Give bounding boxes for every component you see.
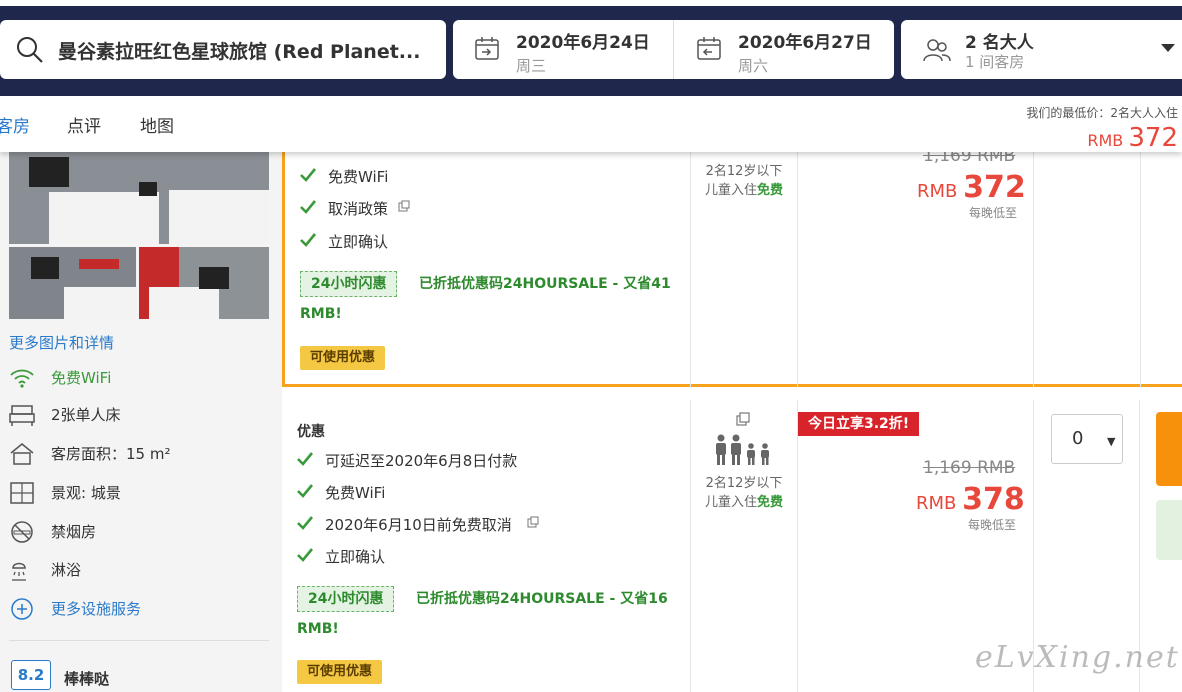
- room-photo-main[interactable]: [9, 152, 269, 244]
- divider: [1140, 152, 1141, 387]
- checkin-date[interactable]: 2020年6月24日 周三: [475, 28, 650, 76]
- hotel-name: 曼谷素拉旺红色星球旅馆 (Red Planet...: [58, 41, 421, 63]
- lowest-price-label: 我们的最低价：2名大人入住: [1026, 106, 1178, 120]
- checkout-weekday: 周六: [738, 57, 769, 75]
- room-photo-thumb[interactable]: [139, 247, 269, 319]
- lowest-price-value: RMB 372: [1087, 123, 1178, 153]
- date-picker[interactable]: 2020年6月24日 周三 2020年6月27日 周六: [453, 20, 894, 79]
- offer-title: 优惠: [297, 424, 325, 440]
- promo-text: 已折抵优惠码24HOURSALE - 又省16 RMB!: [297, 591, 668, 637]
- plus-circle-icon: [11, 598, 33, 620]
- no-smoking-icon: [11, 521, 33, 543]
- section-tabs: 客房 点评 地图 我们的最低价：2名大人入住 RMB 372: [0, 96, 1182, 153]
- check-icon: [300, 168, 316, 182]
- room-quantity-select[interactable]: 0 ▼: [1051, 414, 1123, 464]
- date-divider: [673, 20, 674, 79]
- kids-policy: 2名12岁以下 儿童入住免费: [704, 476, 784, 510]
- tab-rooms[interactable]: 客房: [0, 112, 30, 137]
- checkin-date-text: 2020年6月24日: [516, 33, 650, 53]
- coupon-badge: 可使用优惠: [297, 660, 383, 684]
- check-icon: [300, 200, 316, 214]
- book-now-button[interactable]: [1156, 412, 1182, 486]
- divider: [9, 640, 269, 641]
- tab-map[interactable]: 地图: [140, 112, 174, 137]
- tab-reviews[interactable]: 点评: [67, 112, 101, 137]
- offer-price: RMB 378: [916, 482, 1025, 517]
- bed-icon: [9, 405, 35, 426]
- secondary-action-button[interactable]: [1156, 500, 1182, 560]
- shower-icon: [12, 562, 26, 581]
- house-icon: [10, 443, 34, 465]
- per-night-label: 每晚低至: [968, 518, 1017, 532]
- more-photos-link[interactable]: 更多图片和详情: [9, 332, 114, 353]
- per-night-label: 每晚低至: [969, 206, 1018, 220]
- wifi-icon: [10, 369, 34, 388]
- check-icon: [297, 516, 313, 530]
- hotel-search-input[interactable]: 曼谷素拉旺红色星球旅馆 (Red Planet...: [0, 20, 446, 79]
- room-info-panel: 更多图片和详情 免费WiFi 2张单人床 客房面积：15 m² 景观: 城景 禁…: [0, 152, 282, 692]
- people-icon: [923, 39, 951, 62]
- check-icon: [297, 452, 313, 466]
- checkin-weekday: 周三: [516, 57, 547, 75]
- room-quantity-value: 0: [1072, 428, 1084, 449]
- window-icon: [10, 482, 34, 504]
- room-photo-thumb[interactable]: [9, 247, 136, 319]
- discount-badge: 今日立享3.2折!: [798, 412, 920, 436]
- offer-row: 免费WiFi 取消政策 立即确认 24小时闪惠 已折抵优惠码24HOURSALE…: [282, 146, 1182, 387]
- guest-selector[interactable]: 2 名大人 1 间客房: [901, 20, 1182, 79]
- external-link-icon: [527, 516, 539, 528]
- guest-count: 2 名大人: [965, 33, 1034, 53]
- search-bar: 曼谷素拉旺红色星球旅馆 (Red Planet... 2020年6月24日 周三: [0, 0, 1182, 96]
- check-icon: [297, 484, 313, 498]
- chevron-down-icon: [1161, 44, 1175, 52]
- review-score-text: 棒棒哒: [64, 670, 110, 688]
- review-score-badge: 8.2: [11, 660, 51, 690]
- divider: [690, 400, 691, 692]
- checkout-date[interactable]: 2020年6月27日 周六: [697, 28, 872, 76]
- divider: [1033, 152, 1034, 387]
- checkout-date-text: 2020年6月27日: [738, 33, 872, 53]
- kids-policy: 2名12岁以下 儿童入住免费: [704, 164, 784, 198]
- divider: [797, 152, 798, 387]
- coupon-badge: 可使用优惠: [300, 346, 386, 370]
- external-link-icon[interactable]: [736, 412, 750, 426]
- caret-down-icon: ▼: [1107, 435, 1116, 448]
- offer-price: RMB 372: [917, 170, 1026, 205]
- family-occupancy-icon: [716, 434, 769, 465]
- external-link-icon: [398, 200, 410, 212]
- original-price: 1,169 RMB: [923, 458, 1016, 478]
- top-strip: [0, 0, 1182, 6]
- search-icon: [17, 37, 43, 63]
- watermark: eLvXing.net: [975, 640, 1180, 675]
- calendar-icon: [475, 37, 499, 60]
- calendar-icon: [697, 37, 721, 60]
- check-icon: [297, 548, 313, 562]
- check-icon: [300, 233, 316, 247]
- divider: [797, 400, 798, 692]
- lowest-price: 我们的最低价：2名大人入住 RMB 372: [1026, 104, 1178, 153]
- room-count: 1 间客房: [965, 53, 1025, 71]
- promo-text: 已折抵优惠码24HOURSALE - 又省41 RMB!: [300, 276, 671, 322]
